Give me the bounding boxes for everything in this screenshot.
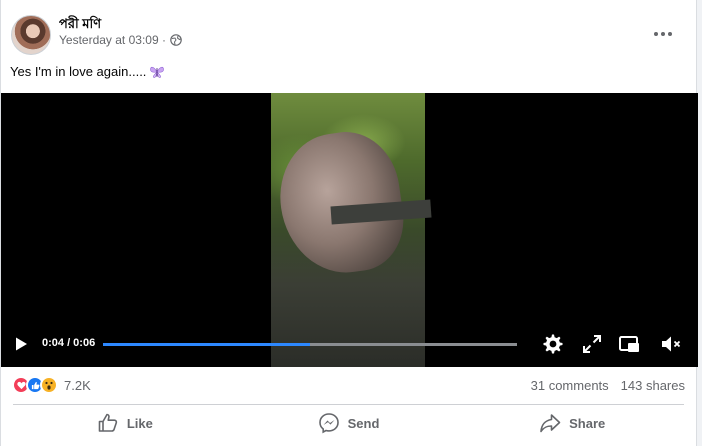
fullscreen-icon[interactable]	[581, 333, 603, 355]
avatar[interactable]	[11, 15, 51, 55]
butterfly-icon	[150, 66, 165, 78]
reactions-summary[interactable]: 7.2K	[12, 376, 91, 394]
picture-in-picture-icon[interactable]	[618, 333, 640, 355]
video-controls: 0:04 / 0:06	[1, 321, 698, 367]
dot-icon	[668, 32, 672, 36]
reaction-count: 7.2K	[64, 377, 91, 393]
volume-muted-icon[interactable]	[660, 333, 682, 355]
share-arrow-icon	[540, 414, 561, 433]
post-card: পরী মণি Yesterday at 03:09 · Yes I'm in …	[0, 0, 698, 446]
comments-count[interactable]: 31 comments	[531, 378, 609, 393]
like-button[interactable]: Like	[13, 406, 237, 440]
post-actions: Like Send Share	[13, 406, 684, 440]
dot-icon	[661, 32, 665, 36]
more-options-button[interactable]	[651, 24, 675, 44]
post-meta: Yesterday at 03:09 ·	[59, 33, 182, 47]
shares-count[interactable]: 143 shares	[621, 378, 685, 393]
send-label: Send	[347, 415, 380, 431]
video-player[interactable]: 0:04 / 0:06	[1, 93, 698, 367]
video-progress-bar[interactable]	[103, 343, 517, 346]
thumbs-up-icon	[98, 413, 117, 432]
timestamp[interactable]: Yesterday at 03:09 ·	[59, 33, 166, 47]
wow-reaction-icon	[40, 376, 58, 394]
post-text-content: Yes I'm in love again.....	[10, 64, 147, 79]
post-text: Yes I'm in love again.....	[10, 64, 165, 79]
share-button[interactable]: Share	[460, 406, 684, 440]
engagement-stats: 31 comments 143 shares	[531, 378, 685, 393]
globe-icon[interactable]	[170, 34, 182, 46]
play-icon[interactable]	[13, 336, 29, 352]
video-time: 0:04 / 0:06	[42, 337, 96, 349]
share-label: Share	[569, 415, 606, 431]
dot-icon	[654, 32, 658, 36]
like-label: Like	[126, 415, 153, 431]
messenger-icon	[318, 413, 339, 434]
video-progress-fill	[103, 343, 310, 346]
settings-gear-icon[interactable]	[542, 333, 564, 355]
post-header: পরী মণি Yesterday at 03:09 ·	[9, 14, 689, 56]
divider	[13, 404, 684, 405]
send-button[interactable]: Send	[237, 406, 461, 440]
